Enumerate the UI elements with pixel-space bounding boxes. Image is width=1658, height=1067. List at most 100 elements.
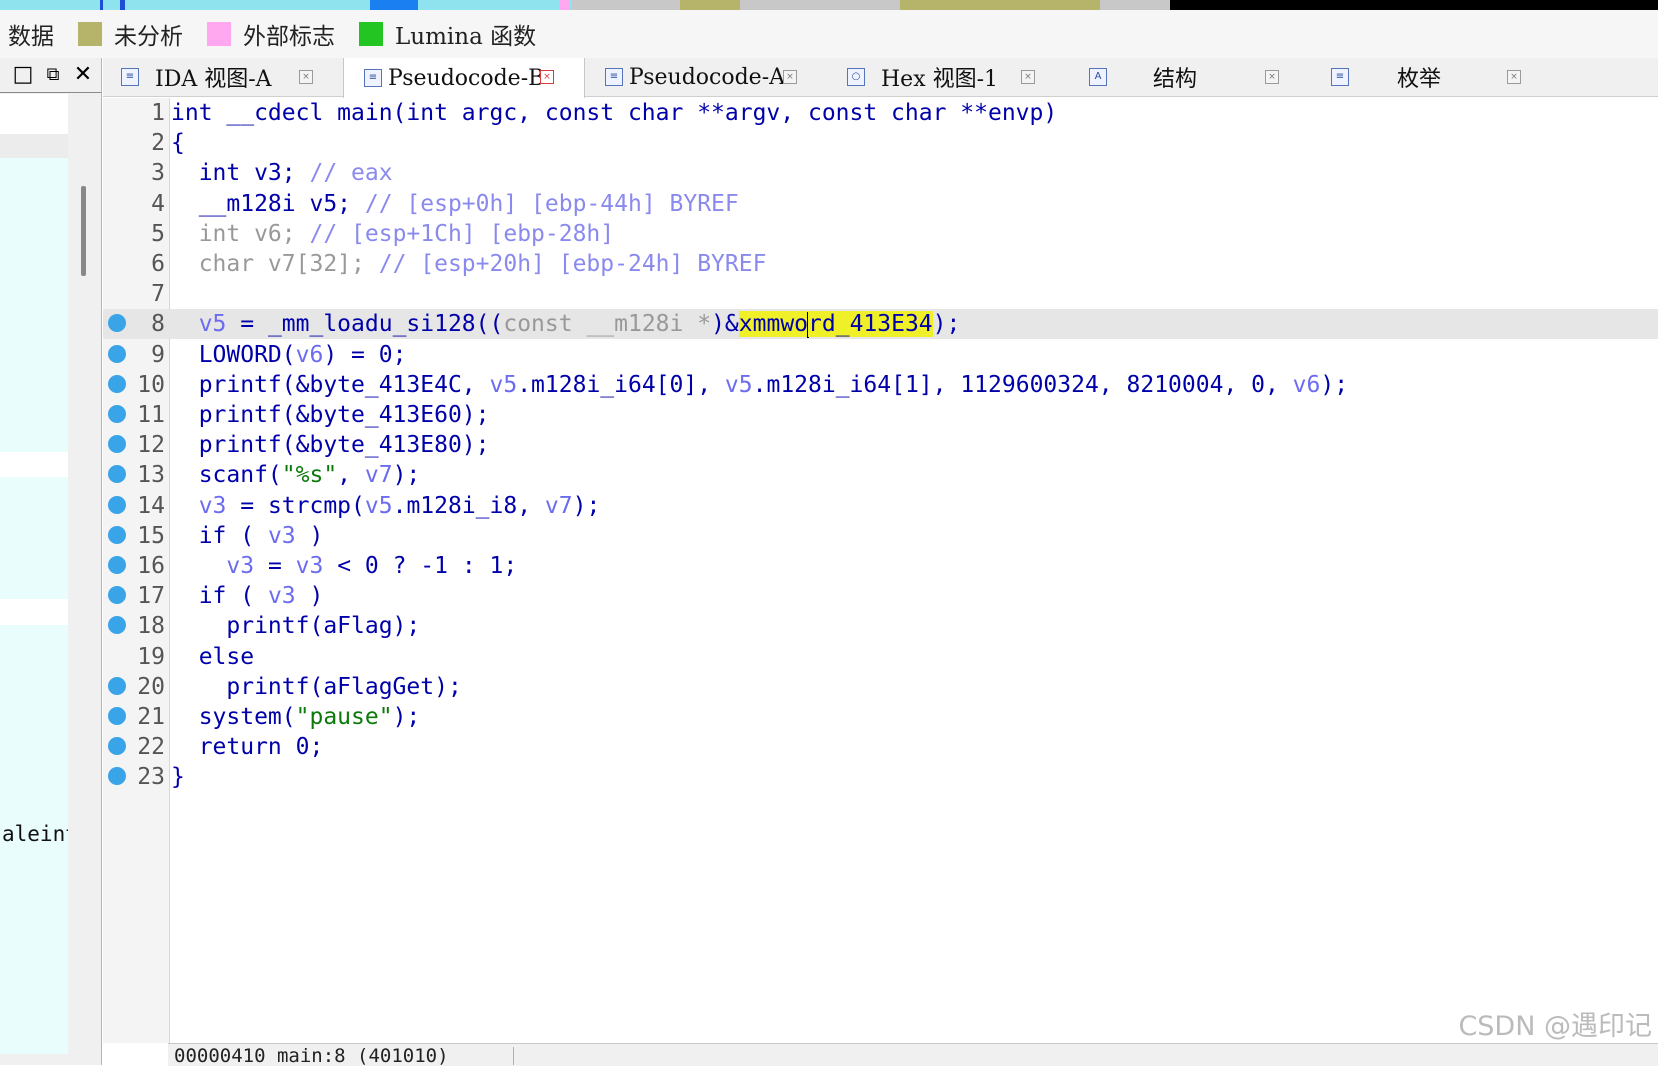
code-line[interactable]: 22 return 0;: [103, 732, 1658, 762]
code-token: v6: [295, 341, 324, 368]
restore-icon[interactable]: ⧉: [40, 62, 66, 88]
code-text[interactable]: LOWORD(v6) = 0;: [171, 341, 407, 369]
code-line[interactable]: 19 else: [103, 642, 1658, 672]
function-name-fragment[interactable]: aleint: [2, 822, 68, 846]
code-line[interactable]: 23}: [103, 762, 1658, 792]
code-text[interactable]: int __cdecl main(int argc, const char **…: [171, 99, 1057, 127]
breakpoint-dot-icon[interactable]: [108, 495, 126, 514]
code-line[interactable]: 16 v3 = v3 < 0 ? -1 : 1;: [103, 551, 1658, 581]
breakpoint-dot-icon[interactable]: [108, 707, 126, 725]
code-text[interactable]: v3 = strcmp(v5.m128i_i8, v7);: [171, 492, 601, 520]
code-line[interactable]: 15 if ( v3 ): [103, 521, 1658, 551]
code-line[interactable]: 7: [103, 279, 1658, 309]
close-icon[interactable]: ✕: [70, 62, 96, 88]
code-text[interactable]: printf(aFlagGet);: [171, 673, 461, 701]
code-text[interactable]: else: [171, 643, 254, 671]
code-token: system(: [171, 704, 296, 730]
code-line[interactable]: 20 printf(aFlagGet);: [103, 672, 1658, 702]
line-number: 21: [137, 704, 165, 730]
code-token: v3: [295, 553, 324, 579]
line-number: 15: [137, 522, 165, 549]
breakpoint-dot-icon[interactable]: [108, 525, 126, 544]
breakpoint-dot-icon[interactable]: [108, 676, 126, 695]
code-line[interactable]: 18 printf(aFlag);: [103, 611, 1658, 641]
code-line[interactable]: 1 int __cdecl main(int argc, const char *…: [103, 98, 1658, 128]
status-bar: 00000410 main:8 (401010): [168, 1043, 1658, 1067]
code-line[interactable]: 6 char v7[32]; // [esp+20h] [ebp-24h] BY…: [103, 249, 1658, 279]
left-scrollbar-thumb[interactable]: [81, 186, 86, 276]
breakpoint-dot-icon[interactable]: [108, 465, 126, 484]
code-text[interactable]: {: [171, 129, 185, 157]
tab-close-icon[interactable]: ×: [1021, 70, 1035, 84]
code-text[interactable]: v5 = _mm_loadu_si128((const __m128i *)&x…: [171, 310, 960, 338]
code-text[interactable]: scanf("%s", v7);: [171, 461, 421, 489]
line-number: 14: [137, 492, 165, 519]
breakpoint-dot-icon[interactable]: [108, 556, 126, 574]
navigation-band[interactable]: [0, 0, 1658, 10]
code-token: );: [572, 492, 601, 519]
breakpoint-dot-icon[interactable]: [108, 767, 126, 786]
breakpoint-dot-icon[interactable]: [108, 616, 126, 635]
tab-close-icon[interactable]: ×: [1507, 70, 1521, 84]
code-token: // [esp+0h] [ebp-44h] BYREF: [364, 190, 739, 217]
tab-close-icon[interactable]: ×: [540, 70, 554, 84]
code-text[interactable]: }: [171, 763, 185, 791]
code-text[interactable]: system("pause");: [171, 703, 421, 731]
tab-enums[interactable]: ≡ 枚举 ×: [1331, 58, 1545, 96]
maximize-icon[interactable]: □: [10, 62, 36, 88]
tab-close-icon[interactable]: ×: [299, 70, 313, 84]
code-line[interactable]: 14 v3 = strcmp(v5.m128i_i8, v7);: [103, 491, 1658, 521]
code-text[interactable]: int v3; // eax: [171, 159, 393, 187]
code-line[interactable]: 11 printf(&byte_413E60);: [103, 400, 1658, 430]
tab-structures[interactable]: A 结构 ×: [1089, 58, 1303, 96]
code-token: LOWORD(: [171, 341, 296, 368]
code-token: "pause": [295, 704, 393, 730]
code-text[interactable]: v3 = v3 < 0 ? -1 : 1;: [171, 552, 517, 580]
code-line[interactable]: 10 printf(&byte_413E4C, v5.m128i_i64[0],…: [103, 370, 1658, 400]
pseudocode-view[interactable]: 1 int __cdecl main(int argc, const char *…: [103, 98, 1658, 1043]
breakpoint-dot-icon[interactable]: [108, 405, 126, 423]
breakpoint-dot-icon[interactable]: [108, 435, 126, 454]
code-text[interactable]: printf(&byte_413E60);: [171, 401, 490, 429]
code-line[interactable]: 12 printf(&byte_413E80);: [103, 430, 1658, 460]
breakpoint-dot-icon[interactable]: [108, 737, 126, 756]
code-text[interactable]: if ( v3 ): [171, 582, 324, 610]
tab-pseudocode-a[interactable]: ≡ Pseudocode-A ×: [605, 58, 821, 96]
code-line[interactable]: 9 LOWORD(v6) = 0;: [103, 340, 1658, 370]
code-line[interactable]: 4 __m128i v5; // [esp+0h] [ebp-44h] BYRE…: [103, 189, 1658, 219]
code-line[interactable]: 8 v5 = _mm_loadu_si128((const __m128i *)…: [103, 309, 1658, 340]
tab-ida-view-a[interactable]: ≡ IDA 视图-A ×: [121, 58, 331, 96]
code-text[interactable]: printf(&byte_413E4C, v5.m128i_i64[0], v5…: [171, 371, 1348, 399]
tab-hex-view-1[interactable]: ○ Hex 视图-1 ×: [847, 58, 1061, 96]
code-text[interactable]: __m128i v5; // [esp+0h] [ebp-44h] BYREF: [171, 190, 739, 218]
code-text[interactable]: if ( v3 ): [171, 522, 324, 550]
code-token: else: [171, 643, 255, 670]
code-text[interactable]: int v6; // [esp+1Ch] [ebp-28h]: [171, 220, 614, 248]
breakpoint-dot-icon[interactable]: [108, 314, 126, 333]
code-token: )&: [711, 311, 739, 338]
breakpoint-dot-icon[interactable]: [108, 374, 126, 393]
code-text[interactable]: char v7[32]; // [esp+20h] [ebp-24h] BYRE…: [171, 250, 767, 278]
tab-close-icon[interactable]: ×: [783, 70, 797, 84]
code-line[interactable]: 3 int v3; // eax: [103, 158, 1658, 188]
code-text[interactable]: printf(&byte_413E80);: [171, 431, 490, 459]
breakpoint-dot-icon[interactable]: [108, 586, 126, 605]
code-text[interactable]: return 0;: [171, 733, 324, 761]
functions-list[interactable]: [0, 94, 68, 1054]
code-line[interactable]: 5 int v6; // [esp+1Ch] [ebp-28h]: [103, 219, 1658, 249]
code-line[interactable]: 13 scanf("%s", v7);: [103, 460, 1658, 490]
code-token: =: [254, 553, 296, 579]
code-line[interactable]: 21 system("pause");: [103, 702, 1658, 732]
breakpoint-dot-icon[interactable]: [108, 344, 126, 363]
code-token: = _mm_loadu_si128((: [226, 311, 504, 338]
code-token: int v3;: [171, 160, 310, 187]
code-token: }: [171, 764, 185, 791]
tab-close-icon[interactable]: ×: [1265, 70, 1279, 84]
code-text[interactable]: printf(aFlag);: [171, 612, 420, 640]
legend-swatch-unexplored: [78, 22, 102, 46]
tab-pseudocode-b[interactable]: ≡ Pseudocode-B ×: [343, 58, 585, 98]
code-line[interactable]: 17 if ( v3 ): [103, 581, 1658, 611]
code-line[interactable]: 2{: [103, 128, 1658, 158]
left-scrollbar[interactable]: [78, 94, 92, 1054]
